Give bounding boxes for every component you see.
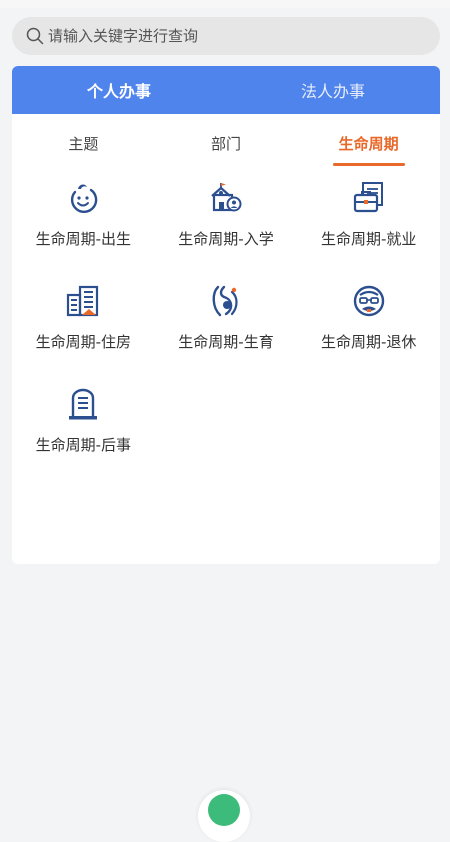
tab-legal-entity[interactable]: 法人办事 — [226, 66, 440, 114]
subtab-label: 主题 — [68, 134, 99, 153]
baby-face-icon — [71, 184, 98, 213]
item-childbirth[interactable]: 生命周期-生育 — [155, 275, 298, 378]
active-tab-underline — [332, 163, 405, 166]
elderly-face-icon — [353, 285, 384, 317]
item-employment[interactable]: 生命周期-就业 — [297, 172, 440, 275]
subtab-label: 部门 — [211, 134, 242, 153]
tab-personal[interactable]: 个人办事 — [12, 66, 226, 114]
search-bar[interactable] — [12, 17, 440, 55]
item-label: 生命周期-生育 — [178, 333, 274, 351]
tombstone-icon — [69, 388, 98, 420]
item-school[interactable]: 生命周期-入学 — [155, 172, 298, 275]
item-birth[interactable]: 生命周期-出生 — [12, 172, 155, 275]
buildings-icon — [67, 285, 99, 317]
briefcase-icon — [353, 182, 383, 213]
item-label: 生命周期-退休 — [320, 333, 417, 351]
item-funeral[interactable]: 生命周期-后事 — [12, 378, 155, 481]
status-strip — [0, 0, 450, 8]
school-icon — [211, 183, 242, 212]
life-cycle-grid: 生命周期-出生 生命周期-入学 生命周期-就业 生命周期-住房 生命周期-生育 … — [12, 172, 440, 481]
search-icon — [26, 27, 44, 45]
item-label: 生命周期-就业 — [320, 230, 417, 248]
item-label: 生命周期-出生 — [35, 230, 132, 248]
home-button-icon — [208, 794, 240, 826]
item-label: 生命周期-入学 — [178, 230, 274, 248]
pregnancy-icon — [212, 285, 238, 317]
subtab-department[interactable]: 部门 — [155, 114, 298, 172]
subtab-theme[interactable]: 主题 — [12, 114, 155, 172]
item-housing[interactable]: 生命周期-住房 — [12, 275, 155, 378]
service-card: 个人办事 法人办事 主题 部门 生命周期 生命周期-出生 生命周期-入学 生命周… — [12, 66, 440, 564]
item-label: 生命周期-住房 — [35, 333, 132, 351]
top-tab-bar: 个人办事 法人办事 — [12, 66, 440, 114]
item-retirement[interactable]: 生命周期-退休 — [297, 275, 440, 378]
subtab-label: 生命周期 — [338, 134, 399, 153]
search-input[interactable] — [48, 27, 408, 45]
subtab-life-cycle[interactable]: 生命周期 — [297, 114, 440, 172]
home-floating-button[interactable] — [198, 790, 250, 842]
sub-tab-bar: 主题 部门 生命周期 — [12, 114, 440, 172]
item-label: 生命周期-后事 — [35, 436, 132, 454]
